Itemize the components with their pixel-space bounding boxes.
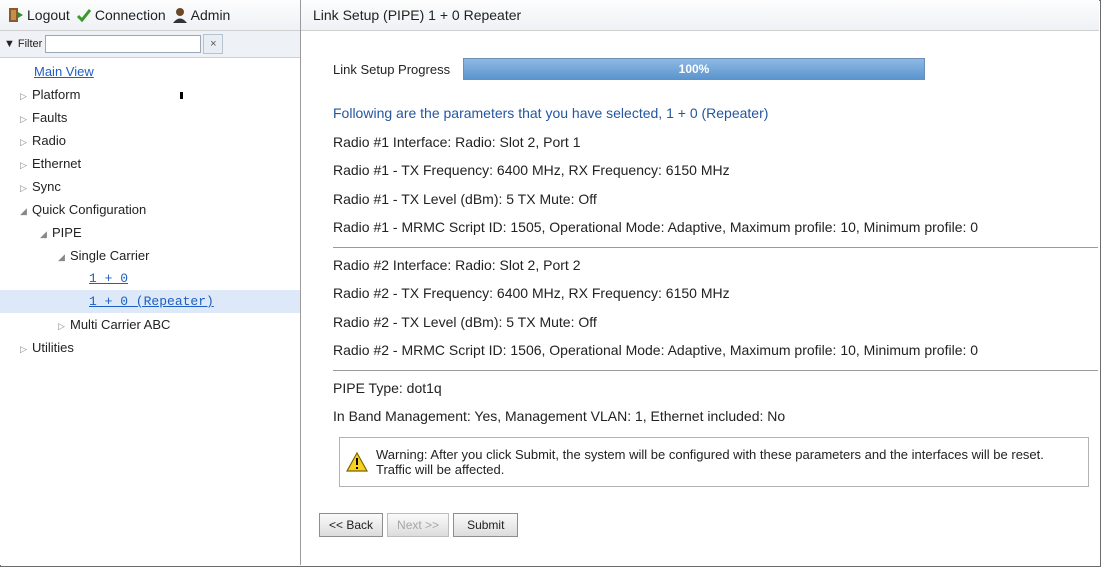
progress-bar: 100%: [463, 58, 925, 80]
tree-item-1-plus-0[interactable]: 1 + 0: [0, 267, 300, 290]
expand-arrow-icon[interactable]: ▷: [20, 131, 32, 154]
checkmark-icon: [76, 9, 91, 23]
admin-button[interactable]: Admin: [172, 7, 231, 23]
tree-item-quick-configuration[interactable]: ◢ Quick Configuration: [0, 198, 300, 221]
warning-line-1: Warning: After you click Submit, the sys…: [376, 447, 1044, 462]
tree-item-label: Ethernet: [32, 156, 82, 171]
progress-row: Link Setup Progress 100%: [333, 58, 925, 80]
tree-item-radio[interactable]: ▷ Radio: [0, 129, 300, 152]
radio2-interface: Radio #2 Interface: Radio: Slot 2, Port …: [333, 256, 581, 273]
tree-item-main-view[interactable]: Main View: [0, 60, 300, 83]
wizard-buttons: << Back Next >> Submit: [319, 513, 519, 537]
top-toolbar: Logout Connection Admin: [0, 0, 300, 31]
tree-item-label: Single Carrier: [70, 248, 150, 263]
tree-item-label: Utilities: [32, 340, 74, 355]
tree-item-multi-carrier-abc[interactable]: ▷ Multi Carrier ABC: [0, 313, 300, 336]
expand-arrow-icon[interactable]: ▷: [20, 85, 32, 108]
main-panel: Link Setup (PIPE) 1 + 0 Repeater Link Se…: [301, 0, 1099, 565]
logout-button[interactable]: Logout: [8, 7, 70, 23]
tree-item-label: Quick Configuration: [32, 202, 147, 217]
expand-arrow-icon[interactable]: ▷: [20, 108, 32, 131]
radio1-interface: Radio #1 Interface: Radio: Slot 2, Port …: [333, 133, 581, 150]
logout-icon: [9, 8, 23, 22]
next-button[interactable]: Next >>: [387, 513, 450, 537]
summary-heading: Following are the parameters that you ha…: [333, 105, 769, 121]
expand-arrow-icon[interactable]: ▷: [20, 154, 32, 177]
filter-input[interactable]: [45, 35, 202, 53]
radio2-frequency: Radio #2 - TX Frequency: 6400 MHz, RX Fr…: [333, 285, 730, 301]
tree-item-label: PIPE: [52, 225, 82, 240]
tree-item-label: Platform: [32, 87, 81, 102]
clear-filter-button[interactable]: ×: [203, 34, 224, 54]
pipe-type: PIPE Type: dot1q: [333, 379, 442, 396]
warning-line-2: Traffic will be affected.: [376, 462, 505, 477]
radio1-frequency: Radio #1 - TX Frequency: 6400 MHz, RX Fr…: [333, 162, 730, 178]
admin-label: Admin: [190, 7, 231, 23]
warning-box: Warning: After you click Submit, the sys…: [339, 437, 1089, 487]
tree-item-label: Sync: [32, 179, 61, 194]
radio1-mrmc: Radio #1 - MRMC Script ID: 1505, Operati…: [333, 219, 979, 235]
radio2-mrmc: Radio #2 - MRMC Script ID: 1506, Operati…: [333, 342, 979, 358]
connection-button[interactable]: Connection: [76, 7, 166, 23]
back-button[interactable]: << Back: [319, 513, 384, 537]
logout-label: Logout: [27, 7, 70, 23]
expand-arrow-icon[interactable]: ▷: [20, 338, 32, 361]
expand-arrow-icon[interactable]: ▷: [58, 315, 70, 338]
filter-icon[interactable]: ▼: [4, 38, 15, 50]
tree-item-label: Faults: [32, 110, 68, 125]
tree-item-single-carrier[interactable]: ◢ Single Carrier: [0, 244, 300, 267]
collapse-arrow-icon[interactable]: ◢: [40, 223, 52, 246]
collapse-arrow-icon[interactable]: ◢: [58, 246, 70, 269]
cursor-mark: [180, 92, 183, 99]
parameter-summary: Following are the parameters that you ha…: [333, 102, 1098, 434]
connection-label: Connection: [94, 7, 166, 23]
progress-text: 100%: [678, 62, 710, 76]
filter-label: Filter: [17, 38, 43, 50]
tree-item-1-plus-0-repeater[interactable]: 1 + 0 (Repeater): [0, 290, 300, 313]
tree-item-label: Multi Carrier ABC: [70, 317, 171, 332]
inband-management: In Band Management: Yes, Management VLAN…: [333, 408, 786, 424]
warning-icon: [346, 452, 368, 472]
divider: [333, 369, 1098, 371]
navigation-tree: Main View ▷ Platform ▷ Faults ▷ Radio ▷ Ethe…: [0, 58, 300, 359]
tree-item-sync[interactable]: ▷ Sync: [0, 175, 300, 198]
divider: [333, 246, 1098, 248]
radio1-tx-level: Radio #1 - TX Level (dBm): 5 TX Mute: Of…: [333, 190, 597, 207]
collapse-arrow-icon[interactable]: ◢: [20, 200, 32, 223]
warning-text: Warning: After you click Submit, the sys…: [376, 447, 1044, 477]
tree-item-pipe[interactable]: ◢ PIPE: [0, 221, 300, 244]
tree-item-utilities[interactable]: ▷ Utilities: [0, 336, 300, 359]
tree-item-platform[interactable]: ▷ Platform: [0, 83, 300, 106]
radio2-tx-level: Radio #2 - TX Level (dBm): 5 TX Mute: Of…: [333, 313, 597, 330]
close-icon: ×: [210, 38, 217, 50]
tree-item-faults[interactable]: ▷ Faults: [0, 106, 300, 129]
progress-label: Link Setup Progress: [333, 61, 451, 77]
expand-arrow-icon[interactable]: ▷: [20, 177, 32, 200]
filter-bar: ▼ Filter ×: [0, 31, 300, 58]
page-title: Link Setup (PIPE) 1 + 0 Repeater: [301, 0, 1099, 31]
tree-item-label: Radio: [32, 133, 66, 148]
navigation-panel: Logout Connection Admin ▼ Filter × Main …: [0, 0, 301, 565]
tree-item-ethernet[interactable]: ▷ Ethernet: [0, 152, 300, 175]
user-icon: [172, 8, 187, 23]
submit-button[interactable]: Submit: [453, 513, 519, 537]
